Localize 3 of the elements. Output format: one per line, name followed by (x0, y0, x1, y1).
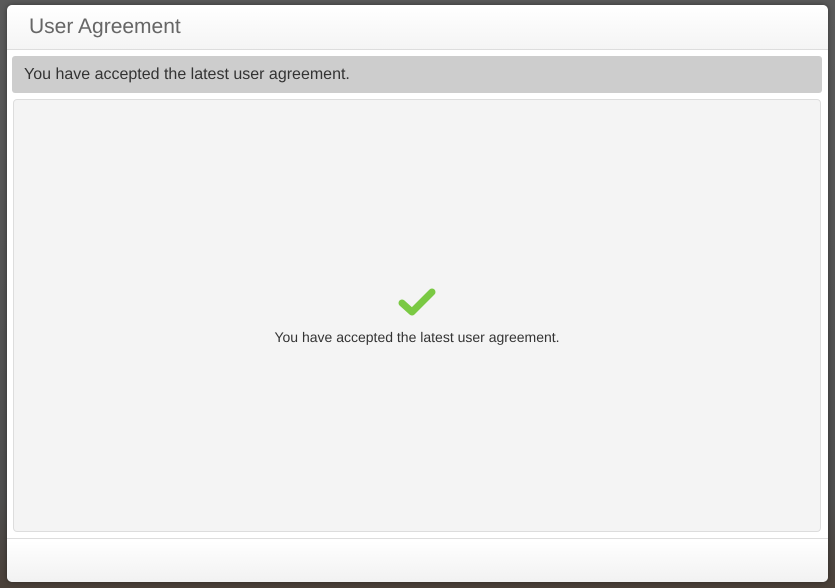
dialog-title: User Agreement (29, 15, 181, 39)
status-message: You have accepted the latest user agreement. (274, 328, 560, 344)
alert-message: You have accepted the latest user agreement. (12, 56, 822, 93)
